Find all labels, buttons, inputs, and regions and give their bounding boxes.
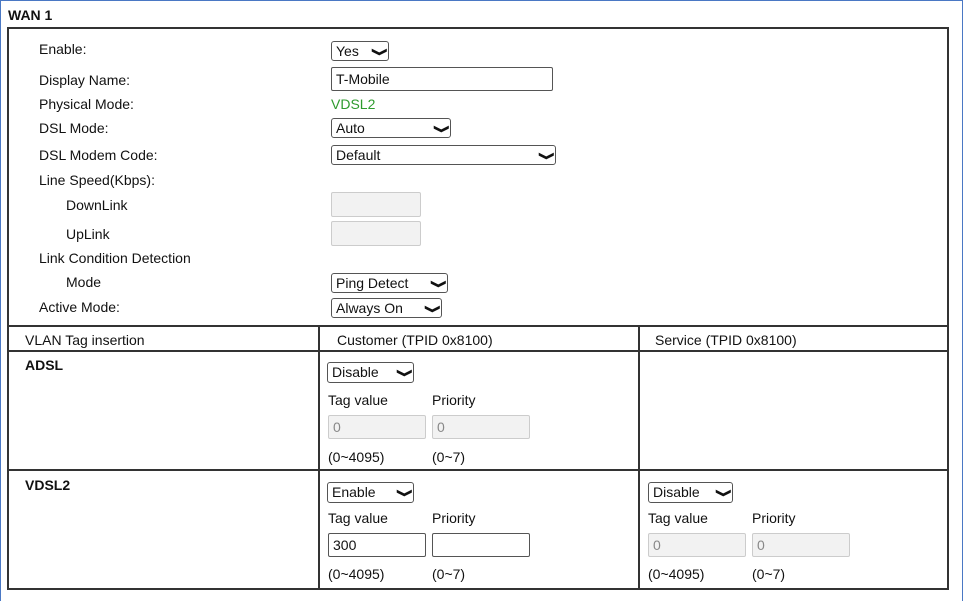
display-name-input[interactable]: T-Mobile bbox=[331, 67, 553, 91]
enable-select-value: Yes bbox=[336, 43, 359, 59]
vlan-header-customer: Customer (TPID 0x8100) bbox=[337, 332, 493, 348]
divider bbox=[7, 325, 949, 327]
chevron-down-icon bbox=[542, 147, 551, 165]
downlink-input[interactable] bbox=[331, 192, 421, 217]
active-mode-label: Active Mode: bbox=[39, 299, 120, 315]
enable-select[interactable]: Yes bbox=[331, 41, 389, 61]
active-mode-select[interactable]: Always On bbox=[331, 298, 442, 318]
adsl-customer-tag-input[interactable]: 0 bbox=[328, 415, 426, 439]
divider bbox=[7, 469, 949, 471]
dsl-mode-label: DSL Mode: bbox=[39, 120, 109, 136]
detection-mode-label: Mode bbox=[66, 274, 102, 290]
vdsl2-service-state-value: Disable bbox=[653, 484, 700, 500]
link-detection-label: Link Condition Detection bbox=[39, 250, 191, 266]
divider bbox=[7, 350, 949, 352]
vdsl2-service-tag-value-label: Tag value bbox=[648, 510, 708, 526]
vdsl2-service-priority-label: Priority bbox=[752, 510, 796, 526]
enable-label: Enable: bbox=[39, 41, 87, 57]
line-speed-label: Line Speed(Kbps): bbox=[39, 172, 155, 188]
vdsl2-customer-priority-range: (0~7) bbox=[432, 566, 466, 582]
vdsl2-service-tag-input[interactable]: 0 bbox=[648, 533, 746, 557]
wan-settings-table bbox=[7, 27, 949, 590]
detection-mode-select-value: Ping Detect bbox=[336, 275, 409, 291]
physical-mode-value: VDSL2 bbox=[331, 96, 376, 112]
dsl-modem-code-select[interactable]: Default bbox=[331, 145, 556, 165]
adsl-row-label: ADSL bbox=[25, 357, 64, 373]
vdsl2-customer-priority-label: Priority bbox=[432, 510, 476, 526]
adsl-customer-state-value: Disable bbox=[332, 364, 379, 380]
vdsl2-service-tag-range: (0~4095) bbox=[648, 566, 705, 582]
dsl-modem-code-label: DSL Modem Code: bbox=[39, 147, 158, 163]
uplink-label: UpLink bbox=[66, 226, 110, 242]
vdsl2-service-state-select[interactable]: Disable bbox=[648, 482, 733, 503]
vlan-header-service: Service (TPID 0x8100) bbox=[655, 332, 797, 348]
downlink-label: DownLink bbox=[66, 197, 128, 213]
chevron-down-icon bbox=[437, 120, 446, 138]
dsl-mode-select-value: Auto bbox=[336, 120, 365, 136]
adsl-tag-range: (0~4095) bbox=[328, 449, 385, 465]
chevron-down-icon bbox=[400, 484, 409, 502]
vdsl2-customer-tag-input[interactable]: 300 bbox=[328, 533, 426, 557]
vdsl2-row-label: VDSL2 bbox=[25, 477, 71, 493]
vdsl2-service-priority-range: (0~7) bbox=[752, 566, 786, 582]
dsl-mode-select[interactable]: Auto bbox=[331, 118, 451, 138]
chevron-down-icon bbox=[375, 43, 384, 61]
divider bbox=[318, 325, 320, 590]
adsl-priority-range: (0~7) bbox=[432, 449, 466, 465]
vdsl2-customer-tag-value-label: Tag value bbox=[328, 510, 388, 526]
adsl-customer-state-select[interactable]: Disable bbox=[327, 362, 414, 383]
active-mode-select-value: Always On bbox=[336, 300, 403, 316]
uplink-input[interactable] bbox=[331, 221, 421, 246]
vlan-header-tag-insertion: VLAN Tag insertion bbox=[25, 332, 145, 348]
vdsl2-customer-state-value: Enable bbox=[332, 484, 376, 500]
vdsl2-customer-tag-range: (0~4095) bbox=[328, 566, 385, 582]
panel-title: WAN 1 bbox=[8, 7, 53, 23]
vdsl2-customer-priority-input[interactable] bbox=[432, 533, 530, 557]
chevron-down-icon bbox=[719, 484, 728, 502]
physical-mode-label: Physical Mode: bbox=[39, 96, 134, 112]
chevron-down-icon bbox=[434, 275, 443, 293]
adsl-customer-priority-input[interactable]: 0 bbox=[432, 415, 530, 439]
vdsl2-service-priority-input[interactable]: 0 bbox=[752, 533, 850, 557]
adsl-priority-label: Priority bbox=[432, 392, 476, 408]
detection-mode-select[interactable]: Ping Detect bbox=[331, 273, 448, 293]
chevron-down-icon bbox=[428, 300, 437, 318]
vdsl2-customer-state-select[interactable]: Enable bbox=[327, 482, 414, 503]
adsl-tag-value-label: Tag value bbox=[328, 392, 388, 408]
dsl-modem-code-select-value: Default bbox=[336, 147, 381, 163]
chevron-down-icon bbox=[400, 364, 409, 382]
divider bbox=[638, 325, 640, 590]
display-name-label: Display Name: bbox=[39, 72, 131, 88]
